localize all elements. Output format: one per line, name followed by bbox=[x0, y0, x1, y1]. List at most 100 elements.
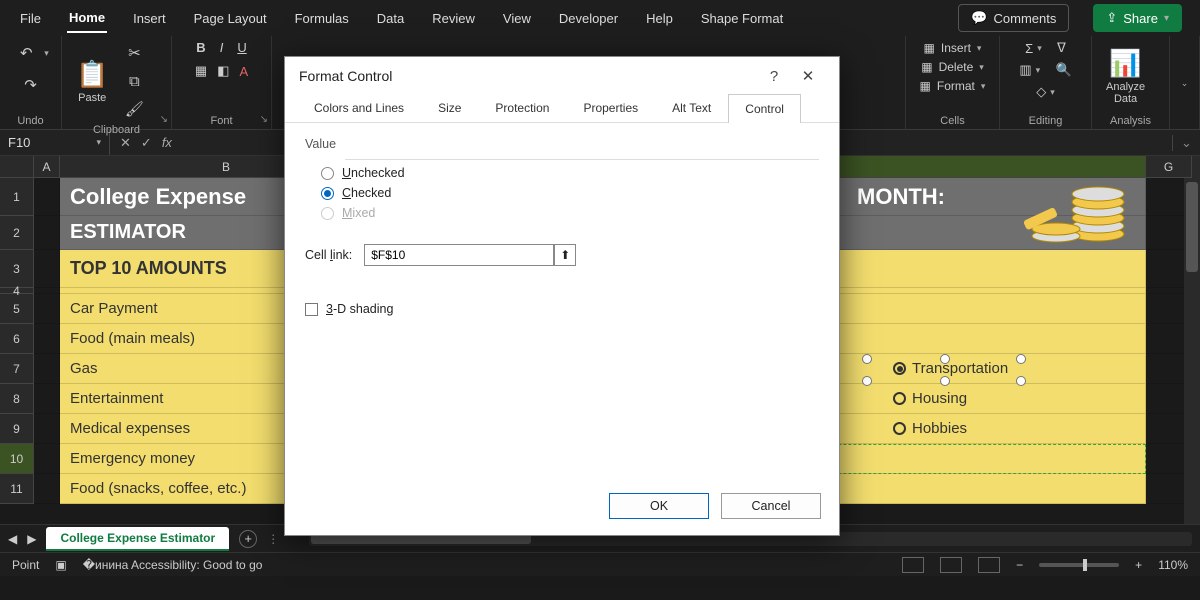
radio-unchecked[interactable]: Unchecked bbox=[321, 166, 819, 180]
fx-icon[interactable]: fx bbox=[162, 135, 172, 151]
dialog-launcher-icon[interactable]: ↘ bbox=[260, 114, 268, 125]
tab-developer[interactable]: Developer bbox=[557, 5, 620, 32]
cells-delete[interactable]: ▦Delete▾ bbox=[921, 59, 984, 75]
bold-button[interactable]: B bbox=[196, 40, 205, 55]
row-header[interactable]: 1 bbox=[0, 178, 34, 216]
zoom-in-icon[interactable]: + bbox=[1135, 558, 1142, 572]
undo-icon[interactable]: ↶ bbox=[12, 40, 40, 66]
cell-link-input[interactable] bbox=[364, 244, 554, 266]
group-label-cells: Cells bbox=[914, 113, 991, 127]
row-header[interactable]: 11 bbox=[0, 474, 34, 504]
radio-housing[interactable]: Housing bbox=[893, 390, 967, 407]
format-painter-icon[interactable]: 🖌 bbox=[120, 96, 148, 122]
ok-button[interactable]: OK bbox=[609, 493, 709, 519]
select-all-corner[interactable] bbox=[0, 156, 34, 178]
dialog-title: Format Control bbox=[299, 68, 392, 84]
redo-icon[interactable]: ↷ bbox=[17, 72, 45, 98]
cut-icon[interactable]: ✂ bbox=[120, 40, 148, 66]
tab-page-layout[interactable]: Page Layout bbox=[192, 5, 269, 32]
tab-home[interactable]: Home bbox=[67, 4, 107, 33]
tab-formulas[interactable]: Formulas bbox=[293, 5, 351, 32]
tab-shape-format[interactable]: Shape Format bbox=[699, 5, 785, 32]
underline-button[interactable]: U bbox=[237, 40, 246, 55]
sheet-tab[interactable]: College Expense Estimator bbox=[46, 527, 229, 551]
sheet-nav-next-icon[interactable]: ▶ bbox=[27, 532, 36, 546]
radio-transportation[interactable]: Transportation bbox=[893, 360, 1008, 377]
row-header[interactable]: 10 bbox=[0, 444, 34, 474]
find-icon[interactable]: 🔍 bbox=[1055, 62, 1071, 78]
checkbox-3d-shading[interactable]: 3-D shading bbox=[305, 302, 819, 316]
row-header[interactable]: 3 bbox=[0, 250, 34, 288]
border-button[interactable]: ▦ bbox=[195, 63, 207, 79]
row-header[interactable]: 9 bbox=[0, 414, 34, 444]
paste-button[interactable]: 📋Paste bbox=[70, 55, 114, 108]
chevron-down-icon[interactable]: ▾ bbox=[96, 137, 101, 148]
enter-formula-icon[interactable]: ✓ bbox=[141, 135, 152, 151]
zoom-slider[interactable] bbox=[1039, 563, 1119, 567]
group-label-clipboard: Clipboard bbox=[70, 122, 163, 136]
tab-file[interactable]: File bbox=[18, 5, 43, 32]
copy-icon[interactable]: ⧉ bbox=[120, 68, 148, 94]
share-button[interactable]: ⇪Share▾ bbox=[1093, 4, 1182, 32]
cells-insert[interactable]: ▦Insert▾ bbox=[924, 40, 982, 56]
status-bar: Point ▣ �ининa Accessibility: Good to go… bbox=[0, 552, 1200, 576]
mode-indicator: Point bbox=[12, 558, 39, 572]
zoom-level[interactable]: 110% bbox=[1158, 558, 1188, 572]
font-color-button[interactable]: A bbox=[239, 64, 248, 79]
ribbon-options-icon[interactable]: ⌄ bbox=[1181, 78, 1189, 89]
vertical-scrollbar[interactable] bbox=[1184, 178, 1200, 524]
chevron-down-icon[interactable]: ▾ bbox=[44, 48, 49, 59]
formula-bar-expand-icon[interactable]: ⌄ bbox=[1172, 135, 1200, 151]
macro-record-icon[interactable]: ▣ bbox=[55, 558, 66, 572]
dialog-launcher-icon[interactable]: ↘ bbox=[160, 114, 168, 125]
range-picker-icon[interactable]: ⬆ bbox=[554, 244, 576, 266]
group-label-font: Font bbox=[180, 113, 263, 127]
clipboard-icon: 📋 bbox=[76, 59, 108, 90]
dialog-tab-control[interactable]: Control bbox=[728, 94, 801, 123]
cancel-formula-icon[interactable]: ✕ bbox=[120, 135, 131, 151]
accessibility-status[interactable]: �ининa Accessibility: Good to go bbox=[83, 558, 263, 572]
insert-cells-icon: ▦ bbox=[924, 41, 935, 55]
page-break-view-icon[interactable] bbox=[978, 557, 1000, 573]
tab-view[interactable]: View bbox=[501, 5, 533, 32]
analyze-icon: 📊 bbox=[1109, 48, 1141, 79]
row-header[interactable]: 8 bbox=[0, 384, 34, 414]
clear-icon[interactable]: ◇ bbox=[1036, 84, 1046, 100]
tab-insert[interactable]: Insert bbox=[131, 5, 168, 32]
sheet-nav-prev-icon[interactable]: ◀ bbox=[8, 532, 17, 546]
radio-checked[interactable]: Checked bbox=[321, 186, 819, 200]
dialog-tab-protection[interactable]: Protection bbox=[478, 93, 566, 122]
fill-icon[interactable]: ▥ bbox=[1019, 62, 1031, 78]
tab-help[interactable]: Help bbox=[644, 5, 675, 32]
dialog-tab-properties[interactable]: Properties bbox=[566, 93, 655, 122]
col-header[interactable]: A bbox=[34, 156, 60, 178]
radio-hobbies[interactable]: Hobbies bbox=[893, 420, 967, 437]
dialog-tab-colors[interactable]: Colors and Lines bbox=[297, 93, 421, 122]
row-header[interactable]: 7 bbox=[0, 354, 34, 384]
help-icon[interactable]: ? bbox=[757, 68, 791, 85]
row-header[interactable]: 2 bbox=[0, 216, 34, 250]
zoom-out-icon[interactable]: − bbox=[1016, 558, 1023, 572]
analyze-data-button[interactable]: 📊AnalyzeData bbox=[1100, 44, 1151, 109]
col-header[interactable]: G bbox=[1146, 156, 1192, 178]
normal-view-icon[interactable] bbox=[902, 557, 924, 573]
close-icon[interactable]: ✕ bbox=[791, 67, 825, 85]
radio-mixed: Mixed bbox=[321, 206, 819, 220]
row-header[interactable]: 6 bbox=[0, 324, 34, 354]
new-sheet-button[interactable]: + bbox=[239, 530, 257, 548]
cells-format[interactable]: ▦Format▾ bbox=[920, 78, 986, 94]
row-header[interactable]: 5 bbox=[0, 294, 34, 324]
dialog-tab-size[interactable]: Size bbox=[421, 93, 478, 122]
sort-filter-icon[interactable]: ᐁ bbox=[1057, 40, 1066, 56]
group-label-editing: Editing bbox=[1008, 113, 1083, 127]
tab-review[interactable]: Review bbox=[430, 5, 477, 32]
fill-color-button[interactable]: ◧ bbox=[217, 63, 229, 79]
cancel-button[interactable]: Cancel bbox=[721, 493, 821, 519]
italic-button[interactable]: I bbox=[220, 40, 224, 55]
page-layout-view-icon[interactable] bbox=[940, 557, 962, 573]
tab-data[interactable]: Data bbox=[375, 5, 406, 32]
dialog-tab-alt-text[interactable]: Alt Text bbox=[655, 93, 728, 122]
value-group-label: Value bbox=[305, 137, 819, 151]
autosum-icon[interactable]: Σ bbox=[1025, 41, 1033, 56]
comments-button[interactable]: 💬Comments bbox=[958, 4, 1069, 32]
